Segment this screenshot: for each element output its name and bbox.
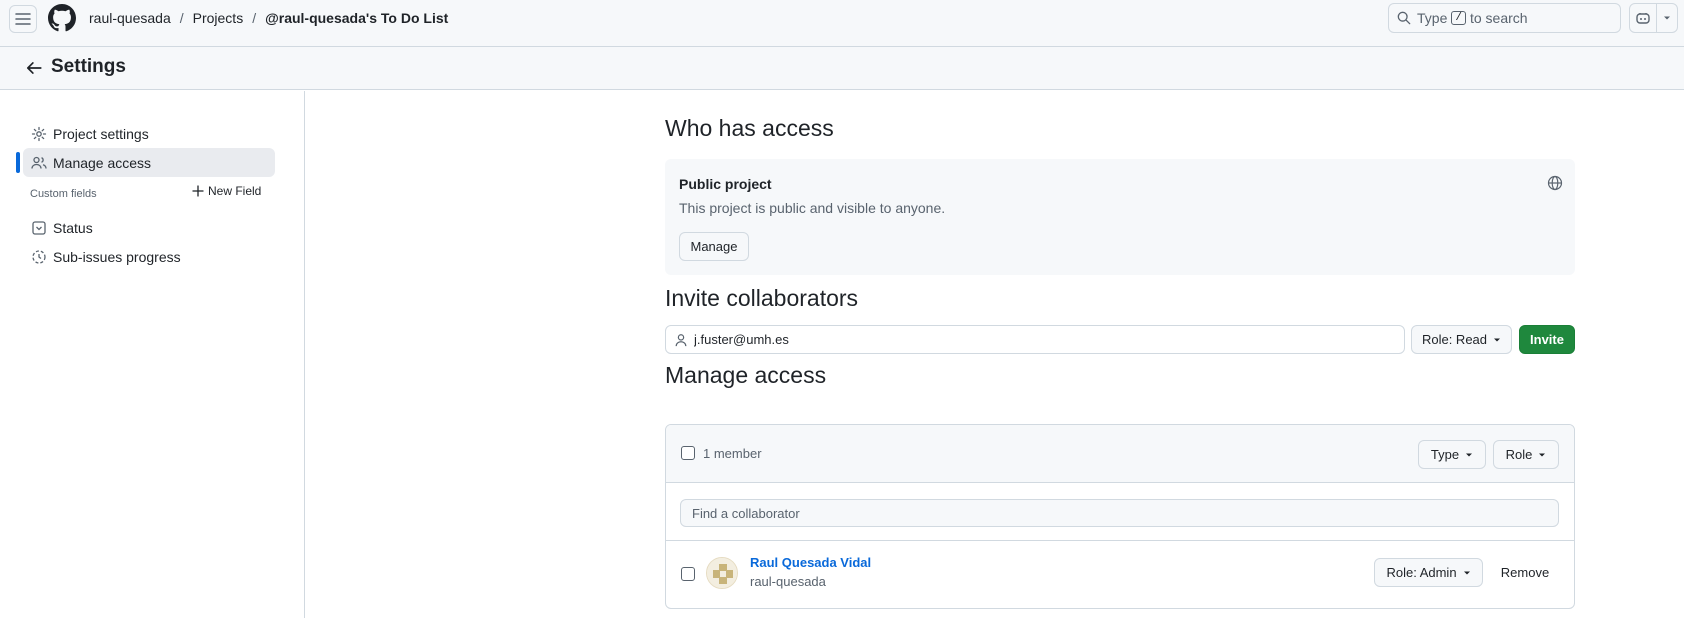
globe-icon bbox=[1547, 175, 1563, 191]
search-prefix-text: Type bbox=[1417, 10, 1448, 26]
global-search-input[interactable]: Type / to search bbox=[1388, 3, 1621, 33]
invite-button[interactable]: Invite bbox=[1519, 325, 1575, 354]
breadcrumb-separator: / bbox=[179, 10, 184, 26]
member-login: raul-quesada bbox=[750, 574, 826, 589]
role-filter-dropdown[interactable]: Role bbox=[1493, 440, 1559, 469]
public-project-description: This project is public and visible to an… bbox=[679, 200, 946, 216]
page-title: Settings bbox=[51, 56, 126, 77]
select-all-checkbox[interactable] bbox=[681, 446, 695, 460]
copilot-icon[interactable] bbox=[1630, 4, 1658, 32]
breadcrumb-separator: / bbox=[252, 10, 257, 26]
breadcrumb-project-link[interactable]: @raul-quesada's To Do List bbox=[265, 10, 448, 26]
caret-down-icon bbox=[1465, 451, 1473, 459]
plus-icon bbox=[192, 185, 204, 197]
active-nav-indicator bbox=[16, 152, 20, 173]
hamburger-menu-button[interactable] bbox=[9, 5, 37, 33]
single-select-icon bbox=[31, 220, 47, 236]
sidebar-item-label: Project settings bbox=[53, 125, 149, 142]
manage-visibility-button[interactable]: Manage bbox=[679, 232, 749, 261]
sidebar-item-label: Manage access bbox=[53, 154, 152, 171]
global-header: raul-quesada / Projects / @raul-quesada's To… bbox=[0, 0, 1684, 47]
sidebar-item-label: Status bbox=[53, 219, 93, 236]
member-role-dropdown[interactable]: Role: Admin bbox=[1374, 558, 1483, 587]
person-icon bbox=[674, 333, 688, 347]
sidebar-item-manage-access[interactable]: Manage access bbox=[23, 148, 275, 177]
type-filter-label: Type bbox=[1430, 447, 1460, 462]
invite-field[interactable] bbox=[665, 325, 1405, 354]
member-name-link[interactable]: Raul Quesada Vidal bbox=[750, 555, 871, 570]
members-table-header: 1 member Type Role bbox=[666, 425, 1574, 483]
github-logo-icon[interactable] bbox=[48, 4, 76, 32]
avatar[interactable] bbox=[706, 557, 738, 589]
members-table: 1 member Type Role Raul Quesada Vidal ra… bbox=[665, 424, 1575, 609]
search-icon bbox=[1397, 11, 1411, 25]
invite-email-input[interactable] bbox=[692, 331, 1404, 348]
people-icon bbox=[31, 155, 47, 171]
caret-down-icon bbox=[1538, 451, 1546, 459]
new-field-button[interactable]: New Field bbox=[192, 184, 261, 198]
caret-down-icon bbox=[1493, 336, 1501, 344]
settings-header: Settings bbox=[0, 47, 1684, 90]
new-field-label: New Field bbox=[208, 184, 262, 198]
remove-member-button[interactable]: Remove bbox=[1491, 558, 1559, 587]
hamburger-icon bbox=[15, 13, 31, 25]
invite-collaborators-heading: Invite collaborators bbox=[665, 285, 859, 311]
public-project-title: Public project bbox=[679, 176, 772, 192]
breadcrumb-owner-link[interactable]: raul-quesada bbox=[89, 10, 171, 26]
member-checkbox[interactable] bbox=[681, 567, 695, 581]
invite-role-dropdown[interactable]: Role: Read bbox=[1411, 325, 1512, 354]
find-collaborator-input[interactable] bbox=[680, 499, 1559, 527]
search-suffix-text: to search bbox=[1469, 10, 1528, 26]
table-row: Raul Quesada Vidal raul-quesada Role: Ad… bbox=[666, 540, 1574, 608]
sidebar-item-label: Sub-issues progress bbox=[53, 248, 181, 265]
custom-fields-heading: Custom fields bbox=[30, 188, 97, 200]
progress-icon bbox=[31, 249, 47, 265]
member-count: 1 member bbox=[703, 446, 762, 461]
invite-role-label: Role: Read bbox=[1421, 332, 1488, 347]
caret-down-icon bbox=[1463, 569, 1471, 577]
sidebar-item-project-settings[interactable]: Project settings bbox=[23, 119, 275, 148]
copilot-button-group bbox=[1629, 3, 1678, 33]
gear-icon bbox=[31, 126, 47, 142]
search-shortcut-key: / bbox=[1451, 11, 1466, 25]
breadcrumb-projects-link[interactable]: Projects bbox=[193, 10, 244, 26]
breadcrumb: raul-quesada / Projects / @raul-quesada's To… bbox=[89, 10, 448, 26]
role-filter-label: Role bbox=[1505, 447, 1533, 462]
type-filter-dropdown[interactable]: Type bbox=[1418, 440, 1486, 469]
copilot-dropdown-icon[interactable] bbox=[1657, 4, 1677, 32]
sidebar-item-status[interactable]: Status bbox=[23, 213, 275, 242]
back-arrow-icon[interactable] bbox=[22, 56, 46, 80]
public-project-panel: Public project This project is public an… bbox=[665, 159, 1575, 275]
who-has-access-heading: Who has access bbox=[665, 115, 834, 141]
member-role-label: Role: Admin bbox=[1386, 565, 1457, 580]
manage-access-heading: Manage access bbox=[665, 362, 827, 388]
settings-sidebar: Project settings Manage access Custom fi… bbox=[0, 91, 305, 618]
sidebar-item-sub-issues-progress[interactable]: Sub-issues progress bbox=[23, 242, 275, 271]
